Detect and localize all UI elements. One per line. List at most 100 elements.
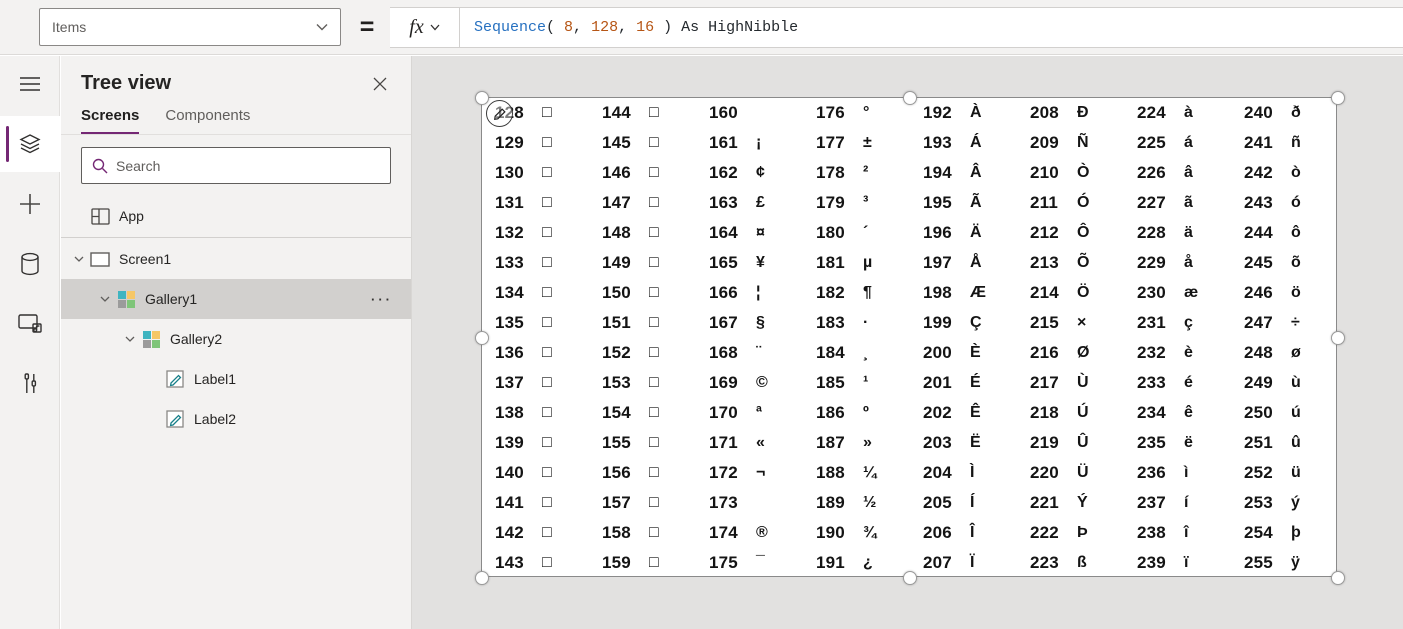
charmap-cell[interactable]: 162 ¢ [696,158,803,188]
charmap-cell[interactable]: 248 ø [1231,338,1338,368]
charmap-cell[interactable]: 178 ² [803,158,910,188]
gallery1-control[interactable]: 128 □ 129 □ 130 □ 131 □ 132 □ 133 □ 134 … [481,97,1337,577]
charmap-cell[interactable]: 129 □ [482,128,589,158]
tree-item-gallery2[interactable]: Gallery2 [61,319,411,359]
charmap-cell[interactable]: 169 © [696,368,803,398]
charmap-cell[interactable]: 207 Ï [910,548,1017,578]
charmap-cell[interactable]: 234 ê [1124,398,1231,428]
charmap-cell[interactable]: 154 □ [589,398,696,428]
charmap-cell[interactable]: 238 î [1124,518,1231,548]
charmap-cell[interactable]: 189 ½ [803,488,910,518]
charmap-cell[interactable]: 141 □ [482,488,589,518]
charmap-cell[interactable]: 166 ¦ [696,278,803,308]
charmap-cell[interactable]: 133 □ [482,248,589,278]
more-options-button[interactable]: ··· [371,292,393,307]
charmap-cell[interactable]: 180 ´ [803,218,910,248]
close-panel-button[interactable] [369,73,391,95]
charmap-cell[interactable]: 218 Ú [1017,398,1124,428]
property-selector[interactable]: Items [39,8,341,46]
charmap-cell[interactable]: 167 § [696,308,803,338]
media-button[interactable] [0,296,60,352]
charmap-cell[interactable]: 168 ¨ [696,338,803,368]
charmap-cell[interactable]: 229 å [1124,248,1231,278]
charmap-cell[interactable]: 232 è [1124,338,1231,368]
charmap-cell[interactable]: 236 ì [1124,458,1231,488]
charmap-cell[interactable]: 203 Ë [910,428,1017,458]
charmap-cell[interactable]: 164 ¤ [696,218,803,248]
charmap-cell[interactable]: 134 □ [482,278,589,308]
charmap-cell[interactable]: 225 á [1124,128,1231,158]
charmap-cell[interactable]: 223 ß [1017,548,1124,578]
charmap-cell[interactable]: 200 È [910,338,1017,368]
charmap-cell[interactable]: 220 Ü [1017,458,1124,488]
fx-button[interactable]: fx [390,8,460,47]
charmap-cell[interactable]: 208 Ð [1017,98,1124,128]
charmap-cell[interactable]: 138 □ [482,398,589,428]
selection-handle-bottom-right[interactable] [1331,571,1345,585]
charmap-cell[interactable]: 239 ï [1124,548,1231,578]
chevron-down-icon[interactable] [69,256,89,262]
charmap-cell[interactable]: 174 ® [696,518,803,548]
charmap-cell[interactable]: 246 ö [1231,278,1338,308]
charmap-cell[interactable]: 194 Â [910,158,1017,188]
charmap-cell[interactable]: 135 □ [482,308,589,338]
charmap-cell[interactable]: 242 ò [1231,158,1338,188]
charmap-cell[interactable]: 215 × [1017,308,1124,338]
charmap-cell[interactable]: 244 ô [1231,218,1338,248]
charmap-cell[interactable]: 249 ù [1231,368,1338,398]
charmap-cell[interactable]: 209 Ñ [1017,128,1124,158]
charmap-cell[interactable]: 171 « [696,428,803,458]
charmap-cell[interactable]: 175 ¯ [696,548,803,578]
charmap-cell[interactable]: 235 ë [1124,428,1231,458]
selection-handle-bottom-middle[interactable] [903,571,917,585]
tree-view-button[interactable] [0,116,60,172]
charmap-cell[interactable]: 176 ° [803,98,910,128]
charmap-cell[interactable]: 177 ± [803,128,910,158]
charmap-cell[interactable]: 217 Ù [1017,368,1124,398]
charmap-cell[interactable]: 188 ¼ [803,458,910,488]
charmap-cell[interactable]: 245 õ [1231,248,1338,278]
charmap-cell[interactable]: 179 ³ [803,188,910,218]
tree-item-label2[interactable]: Label2 [61,399,411,439]
charmap-cell[interactable]: 191 ¿ [803,548,910,578]
charmap-cell[interactable]: 165 ¥ [696,248,803,278]
charmap-cell[interactable]: 210 Ò [1017,158,1124,188]
charmap-cell[interactable]: 226 â [1124,158,1231,188]
charmap-cell[interactable]: 140 □ [482,458,589,488]
charmap-cell[interactable]: 170 ª [696,398,803,428]
insert-button[interactable] [0,176,60,232]
charmap-cell[interactable]: 193 Á [910,128,1017,158]
tree-item-label1[interactable]: Label1 [61,359,411,399]
charmap-cell[interactable]: 255 ÿ [1231,548,1338,578]
search-input[interactable] [116,158,380,174]
charmap-cell[interactable]: 216 Ø [1017,338,1124,368]
hamburger-menu-button[interactable] [0,56,60,112]
selection-handle-top-middle[interactable] [903,91,917,105]
charmap-cell[interactable]: 221 Ý [1017,488,1124,518]
charmap-cell[interactable]: 197 Å [910,248,1017,278]
charmap-cell[interactable]: 142 □ [482,518,589,548]
charmap-cell[interactable]: 187 » [803,428,910,458]
charmap-cell[interactable]: 201 É [910,368,1017,398]
charmap-cell[interactable]: 184 ¸ [803,338,910,368]
charmap-cell[interactable]: 198 Æ [910,278,1017,308]
charmap-cell[interactable]: 148 □ [589,218,696,248]
charmap-cell[interactable]: 214 Ö [1017,278,1124,308]
charmap-cell[interactable]: 157 □ [589,488,696,518]
selection-handle-bottom-left[interactable] [475,571,489,585]
charmap-cell[interactable]: 158 □ [589,518,696,548]
charmap-cell[interactable]: 149 □ [589,248,696,278]
charmap-cell[interactable]: 250 ú [1231,398,1338,428]
selection-handle-top-left[interactable] [475,91,489,105]
selection-handle-top-right[interactable] [1331,91,1345,105]
selection-handle-middle-right[interactable] [1331,331,1345,345]
charmap-cell[interactable]: 233 é [1124,368,1231,398]
charmap-cell[interactable]: 186 º [803,398,910,428]
charmap-cell[interactable]: 156 □ [589,458,696,488]
formula-input[interactable]: Sequence ( 8 , 128 , 16 ) As HighNibble [460,8,1403,47]
charmap-cell[interactable]: 143 □ [482,548,589,578]
charmap-cell[interactable]: 251 û [1231,428,1338,458]
tab-components[interactable]: Components [165,107,250,134]
chevron-down-icon[interactable] [95,296,115,302]
charmap-cell[interactable]: 206 Î [910,518,1017,548]
